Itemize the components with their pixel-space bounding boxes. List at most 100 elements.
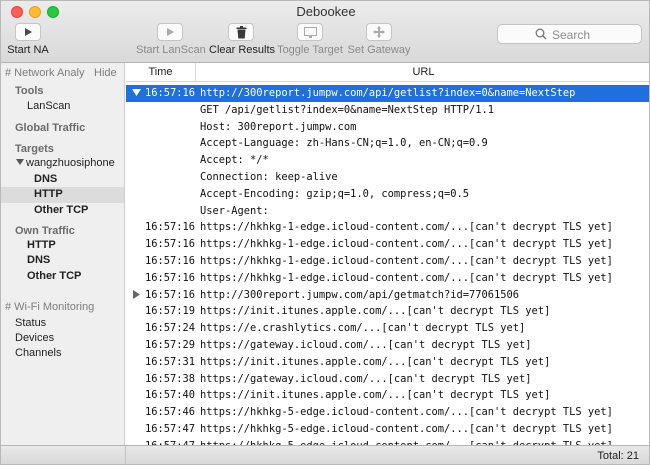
cell-url: http://300report.jumpw.com/api/getlist?i…	[200, 87, 576, 99]
table-row[interactable]: 16:57:40 https://init.itunes.apple.com/..…	[126, 387, 649, 404]
table-row-detail[interactable]: Accept-Language: zh-Hans-CN;q=1.0, en-CN…	[126, 135, 649, 152]
sidebar-item-label: Channels	[15, 347, 62, 359]
sidebar-item-devices[interactable]: Devices	[1, 331, 124, 347]
table-row-detail[interactable]: Accept-Encoding: gzip;q=1.0, compress;q=…	[126, 186, 649, 203]
table-row[interactable]: 16:57:38 https://gateway.icloud.com/...[c…	[126, 371, 649, 388]
table-row[interactable]: 16:57:31 https://init.itunes.apple.com/..…	[126, 354, 649, 371]
cell-url: https://init.itunes.apple.com/...[can't …	[200, 355, 551, 368]
total-count: Total: 21	[597, 450, 639, 462]
table-row-detail[interactable]: Accept: */*	[126, 152, 649, 169]
cell-url: https://hkhkg-1-edge.icloud-content.com/…	[200, 255, 613, 267]
sidebar-item-own-dns[interactable]: DNS	[1, 253, 124, 269]
cell-url: https://gateway.icloud.com/...[can't dec…	[200, 339, 532, 351]
table-row[interactable]: 16:57:47 https://hkhkg-5-edge.icloud-cont…	[126, 421, 649, 438]
cell-time: 16:57:47	[145, 423, 196, 435]
cell-url: User-Agent:	[200, 204, 269, 217]
table-row-detail[interactable]: User-Agent:	[126, 203, 649, 220]
table-row[interactable]: 16:57:46 https://hkhkg-5-edge.icloud-cont…	[126, 404, 649, 421]
table-row[interactable]: 16:57:24 https://e.crashlytics.com/...[ca…	[126, 320, 649, 337]
cell-time: 16:57:16	[145, 87, 196, 99]
trash-icon	[228, 23, 254, 41]
table-row[interactable]: 16:57:16 https://hkhkg-1-edge.icloud-cont…	[126, 253, 649, 270]
cell-time: 16:57:29	[145, 339, 196, 351]
table-row[interactable]: 16:57:16 https://hkhkg-1-edge.icloud-cont…	[126, 219, 649, 236]
table-row[interactable]: 16:57:29 https://gateway.icloud.com/...[c…	[126, 337, 649, 354]
search-icon	[535, 28, 547, 40]
cell-time: 16:57:46	[145, 406, 196, 419]
sidebar-item-device-http[interactable]: HTTP	[1, 187, 124, 203]
cell-time: 16:57:16	[145, 255, 196, 267]
cell-url: https://e.crashlytics.com/...[can't decr…	[200, 322, 526, 335]
sidebar-item-device-dns[interactable]: DNS	[1, 172, 124, 188]
cell-url: https://hkhkg-5-edge.icloud-content.com/…	[200, 423, 613, 435]
sidebar-item-own-other-tcp[interactable]: Other TCP	[1, 269, 124, 285]
clear-results-button[interactable]: Clear Results	[209, 23, 276, 59]
search-input[interactable]	[552, 27, 637, 42]
cell-time: 16:57:16	[145, 238, 196, 251]
sidebar-group-global-traffic[interactable]: Global Traffic	[15, 122, 85, 134]
search-box[interactable]	[497, 24, 642, 44]
sidebar-item-label: HTTP	[27, 239, 56, 251]
sidebar-group-targets: Targets	[15, 143, 54, 155]
sidebar-item-device[interactable]: wangzhuosiphone	[1, 156, 124, 172]
app-window: Debookee Start NA Start LanScan Clear Re…	[0, 0, 650, 465]
play-icon	[15, 23, 41, 41]
sidebar-item-label: Status	[15, 317, 47, 329]
cell-url: Accept-Language: zh-Hans-CN;q=1.0, en-CN…	[200, 137, 488, 150]
start-lanscan-label: Start LanScan	[136, 44, 206, 56]
sidebar-item-channels[interactable]: Channels	[1, 346, 124, 362]
title-toolbar: Debookee Start NA Start LanScan Clear Re…	[1, 1, 649, 63]
cell-time: 16:57:16	[145, 271, 196, 284]
table-row-detail[interactable]: Connection: keep-alive	[126, 169, 649, 186]
cell-url: Host: 300report.jumpw.com	[200, 120, 357, 133]
column-header-time[interactable]: Time	[126, 63, 196, 82]
monitor-icon	[297, 23, 323, 41]
cell-time: 16:57:31	[145, 355, 196, 368]
split-divider[interactable]	[125, 446, 126, 464]
sidebar-item-status[interactable]: Status	[1, 316, 124, 332]
table-row[interactable]: 16:57:16 http://300report.jumpw.com/api/g…	[126, 85, 649, 102]
cell-url: https://init.itunes.apple.com/...[can't …	[200, 389, 551, 402]
table-row[interactable]: 16:57:16 http://300report.jumpw.com/api/g…	[126, 287, 649, 304]
table-row[interactable]: 16:57:16 https://hkhkg-1-edge.icloud-cont…	[126, 270, 649, 287]
gateway-icon	[366, 23, 392, 41]
sidebar-item-label: Devices	[15, 332, 55, 344]
disclosure-triangle-icon[interactable]	[16, 157, 24, 169]
sidebar-item-label: HTTP	[34, 188, 63, 200]
clear-results-label: Clear Results	[209, 44, 276, 56]
cell-url: https://init.itunes.apple.com/...[can't …	[200, 305, 551, 318]
sidebar-item-lanscan[interactable]: LanScan	[1, 99, 124, 115]
sidebar-item-device-other-tcp[interactable]: Other TCP	[1, 203, 124, 219]
sidebar-item-label: DNS	[34, 173, 58, 185]
start-lanscan-button[interactable]: Start LanScan	[136, 23, 206, 59]
column-header-url[interactable]: URL	[197, 63, 649, 82]
table-row[interactable]: 16:57:19 https://init.itunes.apple.com/..…	[126, 303, 649, 320]
window-title: Debookee	[296, 4, 356, 19]
cell-url: https://hkhkg-1-edge.icloud-content.com/…	[200, 221, 613, 234]
hide-link[interactable]: Hide	[94, 67, 117, 79]
set-gateway-button[interactable]: Set Gateway	[347, 23, 411, 59]
cell-url: https://gateway.icloud.com/...[can't dec…	[200, 372, 532, 385]
table-row[interactable]: 16:57:47https://hkhkg-5-edge.icloud-cont…	[126, 438, 649, 445]
cell-url: Accept-Encoding: gzip;q=1.0, compress;q=…	[200, 187, 469, 200]
start-na-button[interactable]: Start NA	[7, 23, 49, 59]
cell-url: https://hkhkg-1-edge.icloud-content.com/…	[200, 238, 613, 251]
disclosure-triangle-icon[interactable]	[132, 289, 141, 302]
sidebar-group-tools: Tools	[15, 85, 44, 97]
table-header: Time URL	[126, 63, 649, 82]
wifi-monitoring-header: # Wi-Fi Monitoring	[5, 301, 95, 313]
sidebar-item-own-http[interactable]: HTTP	[1, 238, 124, 254]
cell-url: Accept: */*	[200, 154, 269, 167]
sidebar-item-label: Other TCP	[34, 204, 89, 216]
network-analysis-header: # Network Analy	[5, 67, 85, 79]
table-row-detail[interactable]: GET /api/getlist?index=0&name=NextStep H…	[126, 102, 649, 119]
cell-time: 16:57:16	[145, 221, 196, 234]
table-row-detail[interactable]: Host: 300report.jumpw.com	[126, 119, 649, 136]
sidebar: # Network Analy Hide Tools LanScan Globa…	[1, 63, 125, 445]
toggle-target-button[interactable]: Toggle Target	[277, 23, 343, 59]
cell-time: 16:57:16	[145, 288, 196, 301]
cell-url: GET /api/getlist?index=0&name=NextStep H…	[200, 103, 495, 116]
table-row[interactable]: 16:57:16 https://hkhkg-1-edge.icloud-cont…	[126, 236, 649, 253]
disclosure-triangle-icon[interactable]	[132, 88, 141, 100]
sidebar-item-label: wangzhuosiphone	[26, 157, 115, 169]
